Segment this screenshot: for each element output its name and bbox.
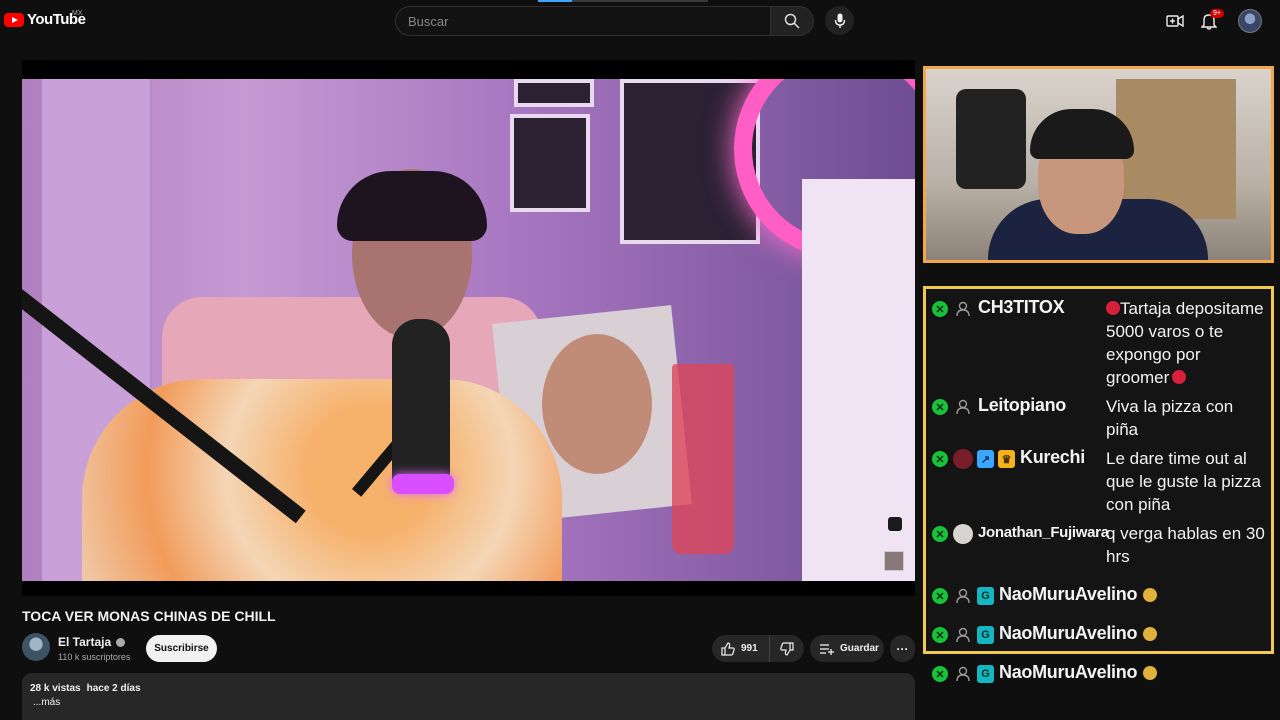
person-outline-icon (953, 397, 973, 417)
person-outline-icon (953, 299, 973, 319)
crown-badge-icon: ♛ (998, 450, 1015, 468)
person-outline-icon (953, 664, 973, 684)
scene-picture-frame (510, 114, 590, 212)
save-label: Guardar (840, 643, 879, 654)
moderator-badge-icon: ✕ (932, 526, 948, 542)
chat-username: NaoMuruAvelino (999, 662, 1138, 682)
dislike-button[interactable] (770, 641, 804, 656)
search-box (395, 6, 771, 36)
mic-glow (392, 474, 454, 494)
subscriber-count: 110 k suscriptores (58, 652, 131, 662)
user-avatar (953, 449, 973, 469)
view-count: 28 k vistas (30, 683, 81, 694)
chat-message-text: Le dare time out al que le guste la pizz… (1106, 449, 1261, 514)
chat-overlay: ✕ CH3TITOX Tartaja depositame 5000 varos… (923, 286, 1274, 683)
emote-icon (1143, 627, 1158, 641)
top-bar: YouTube MX 9+ (0, 0, 1280, 42)
game-badge-icon: G (977, 626, 994, 644)
like-button[interactable]: 991 (712, 635, 770, 662)
thumbs-up-icon (721, 641, 735, 656)
chat-username: Leitopiano (978, 395, 1066, 415)
like-dislike-group: 991 (712, 635, 804, 662)
create-video-icon (1166, 14, 1184, 28)
video-frame (22, 79, 915, 581)
cam-shelf (1116, 79, 1236, 219)
emote-icon (1143, 588, 1158, 602)
more-icon: ··· (896, 641, 909, 656)
save-playlist-icon (820, 643, 834, 655)
channel-name: El Tartaja (58, 635, 112, 649)
user-avatar (953, 524, 973, 544)
more-actions-button[interactable]: ··· (890, 635, 915, 662)
emote-icon (1106, 301, 1120, 315)
moderator-badge-icon: ✕ (932, 399, 948, 415)
chat-message: ✕ CH3TITOX Tartaja depositame 5000 varos… (932, 297, 1265, 389)
scene-picture-frame (514, 79, 594, 107)
video-title: TOCA VER MONAS CHINAS DE CHILL (22, 608, 276, 624)
chat-message-text: q verga hablas en 30 hrs (1106, 524, 1265, 566)
search-input[interactable] (396, 7, 770, 35)
cam-hanging-shirt (956, 89, 1026, 189)
channel-avatar[interactable] (22, 633, 50, 661)
video-thumbnail-icon (884, 551, 904, 571)
show-more-link[interactable]: ...más (33, 697, 907, 708)
youtube-logo[interactable]: YouTube MX (4, 10, 86, 28)
emote-icon (1172, 370, 1187, 384)
scene-pillow-face (542, 334, 652, 474)
create-button[interactable] (1164, 10, 1186, 32)
upload-date: hace 2 días (86, 683, 141, 694)
chat-username: NaoMuruAvelino (999, 584, 1138, 604)
moderator-badge-icon: ✕ (932, 666, 948, 682)
chat-message-text: Viva la pizza con piña (1106, 397, 1234, 439)
subscriber-badge-icon: ↗ (977, 450, 994, 468)
like-count: 991 (741, 643, 758, 654)
scene-cup (672, 364, 734, 554)
chat-username: Kurechi (1020, 447, 1085, 467)
person-outline-icon (953, 625, 973, 645)
description-box[interactable]: 28 k vistas hace 2 días ...más (22, 673, 915, 720)
chat-message: ✕ G NaoMuruAvelino (932, 623, 1265, 646)
moderator-badge-icon: ✕ (932, 588, 948, 604)
thumbs-down-icon (780, 641, 794, 656)
page-load-progress (538, 0, 708, 2)
country-code: MX (72, 10, 83, 17)
lock-icon (888, 517, 902, 531)
chat-message: ✕ Jonathan_Fujiwara q verga hablas en 30… (932, 522, 1265, 568)
person-outline-icon (953, 586, 973, 606)
moderator-badge-icon: ✕ (932, 301, 948, 317)
scene-microphone (392, 319, 450, 489)
notification-count-badge: 9+ (1210, 9, 1224, 18)
voice-search-button[interactable] (825, 6, 854, 35)
webcam-overlay (923, 66, 1274, 263)
youtube-play-icon (4, 12, 24, 27)
search-button[interactable] (770, 6, 814, 36)
chat-message: ✕ G NaoMuruAvelino (932, 662, 1265, 685)
chat-username: NaoMuruAvelino (999, 623, 1138, 643)
moderator-badge-icon: ✕ (932, 451, 948, 467)
chat-message: ✕ Leitopiano Viva la pizza con piña (932, 395, 1265, 441)
account-avatar[interactable] (1238, 9, 1262, 33)
game-badge-icon: G (977, 587, 994, 605)
chat-username: Jonathan_Fujiwara (978, 524, 1109, 541)
search-icon (784, 13, 800, 29)
chat-message: ✕ G NaoMuruAvelino (932, 584, 1265, 607)
emote-icon (1143, 666, 1158, 680)
channel-name-link[interactable]: El Tartaja (58, 635, 126, 649)
microphone-icon (834, 13, 845, 28)
moderator-badge-icon: ✕ (932, 627, 948, 643)
chat-username: CH3TITOX (978, 297, 1065, 317)
verified-icon (116, 637, 126, 647)
game-badge-icon: G (977, 665, 994, 683)
video-player[interactable] (22, 60, 915, 596)
streamer-hair (337, 171, 487, 241)
save-button[interactable]: Guardar (810, 635, 884, 662)
description-meta: 28 k vistas hace 2 días (30, 683, 907, 694)
subscribe-button[interactable]: Suscribirse (146, 635, 217, 662)
chat-message: ✕ ↗ ♛ Kurechi Le dare time out al que le… (932, 447, 1265, 516)
